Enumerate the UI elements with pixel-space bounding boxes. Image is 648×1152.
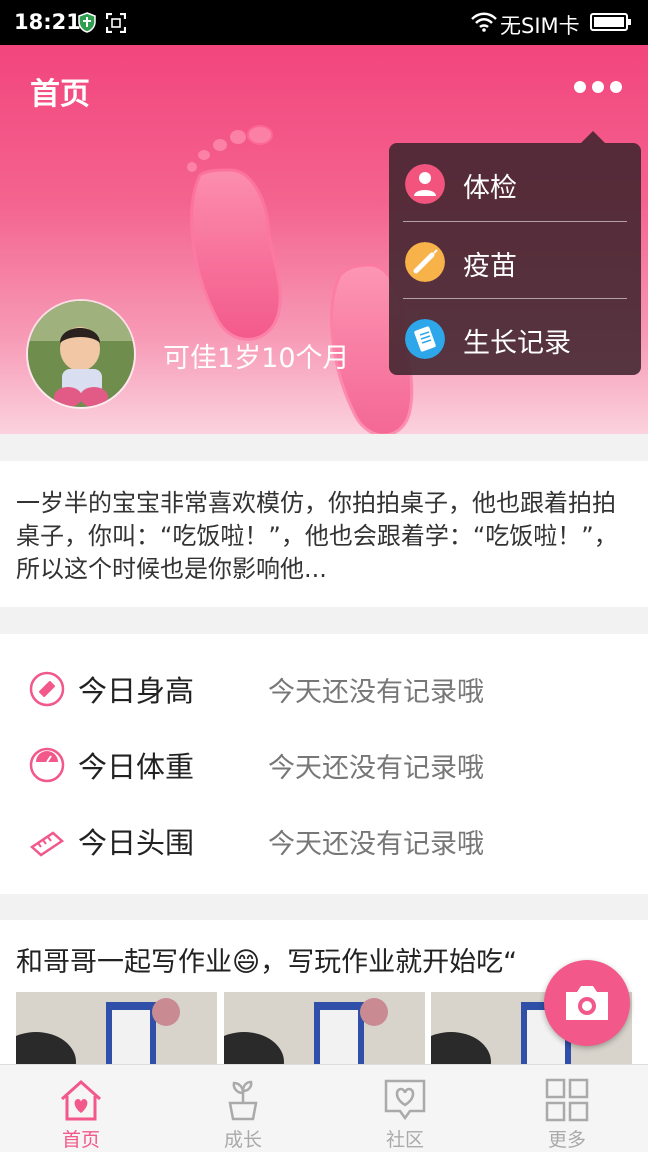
baby-photo bbox=[28, 301, 134, 407]
vaccine-icon bbox=[405, 242, 445, 282]
community-icon bbox=[384, 1079, 426, 1121]
tab-community[interactable]: 社区 bbox=[324, 1065, 486, 1152]
menu-item-vaccine[interactable]: 疫苗 bbox=[389, 223, 641, 299]
menu-item-growth-record[interactable]: 生长记录 bbox=[389, 300, 641, 376]
tab-growth[interactable]: 成长 bbox=[162, 1065, 324, 1152]
home-icon bbox=[60, 1079, 102, 1121]
camera-button[interactable] bbox=[544, 960, 630, 1046]
shield-icon bbox=[78, 12, 96, 33]
ruler-icon bbox=[29, 671, 65, 707]
page-title: 首页 bbox=[30, 77, 90, 112]
record-label: 今日头围 bbox=[78, 826, 195, 860]
baby-feet-illustration bbox=[187, 125, 414, 434]
more-menu-icon[interactable] bbox=[570, 75, 626, 99]
tab-label: 社区 bbox=[385, 1129, 424, 1151]
record-value: 今天还没有记录哦 bbox=[268, 753, 484, 784]
tab-home[interactable]: 首页 bbox=[0, 1065, 162, 1152]
menu-item-label: 体检 bbox=[463, 173, 517, 204]
diary-text: 和哥哥一起写作业😄，写玩作业就开始吃“ bbox=[16, 947, 518, 978]
sprout-icon bbox=[228, 1080, 258, 1121]
tab-label: 成长 bbox=[223, 1129, 262, 1151]
daily-records-card: 今日身高 今天还没有记录哦 今日体重 今天还没有记录哦 今日头围 今天还没有记录… bbox=[0, 634, 648, 894]
tab-label: 首页 bbox=[61, 1129, 100, 1151]
status-bar: 18:21 无SIM卡 bbox=[0, 0, 648, 45]
dropdown-arrow bbox=[581, 131, 605, 143]
battery-icon bbox=[590, 13, 631, 31]
parenting-tip-card[interactable]: 一岁半的宝宝非常喜欢模仿，你拍拍桌子，他也跟着拍拍桌子，你叫：“吃饭啦！”，他也… bbox=[0, 461, 648, 607]
tab-label: 更多 bbox=[547, 1129, 586, 1151]
grid-icon bbox=[545, 1078, 589, 1122]
tape-measure-icon bbox=[29, 831, 65, 857]
status-time: 18:21 bbox=[14, 10, 81, 34]
avatar[interactable] bbox=[26, 299, 136, 409]
record-label: 今日身高 bbox=[78, 674, 195, 708]
checkup-icon bbox=[405, 164, 445, 204]
more-dropdown-menu: 体检 疫苗 生长记录 bbox=[389, 131, 641, 376]
record-value: 今天还没有记录哦 bbox=[268, 829, 484, 860]
record-label: 今日体重 bbox=[78, 750, 195, 784]
menu-item-label: 生长记录 bbox=[463, 328, 571, 359]
record-row-head[interactable]: 今日头围 今天还没有记录哦 bbox=[0, 802, 648, 878]
bottom-nav: 首页 成长 社区 更多 bbox=[0, 1064, 648, 1152]
wifi-icon bbox=[471, 12, 497, 32]
tip-text: 一岁半的宝宝非常喜欢模仿，你拍拍桌子，他也跟着拍拍桌子，你叫：“吃饭啦！”，他也… bbox=[16, 489, 618, 583]
record-value: 今天还没有记录哦 bbox=[268, 677, 484, 708]
camera-icon bbox=[566, 986, 608, 1020]
record-row-weight[interactable]: 今日体重 今天还没有记录哦 bbox=[0, 726, 648, 802]
menu-item-label: 疫苗 bbox=[463, 251, 517, 282]
screenshot-icon bbox=[106, 13, 126, 33]
sim-status: 无SIM卡 bbox=[500, 14, 580, 38]
menu-divider bbox=[403, 298, 627, 299]
record-row-height[interactable]: 今日身高 今天还没有记录哦 bbox=[0, 650, 648, 726]
menu-divider bbox=[403, 221, 627, 222]
tab-more[interactable]: 更多 bbox=[486, 1065, 648, 1152]
growth-record-icon bbox=[405, 319, 445, 359]
scale-icon bbox=[29, 747, 65, 783]
menu-item-checkup[interactable]: 体检 bbox=[389, 145, 641, 221]
baby-name-age: 可佳1岁10个月 bbox=[163, 343, 350, 374]
